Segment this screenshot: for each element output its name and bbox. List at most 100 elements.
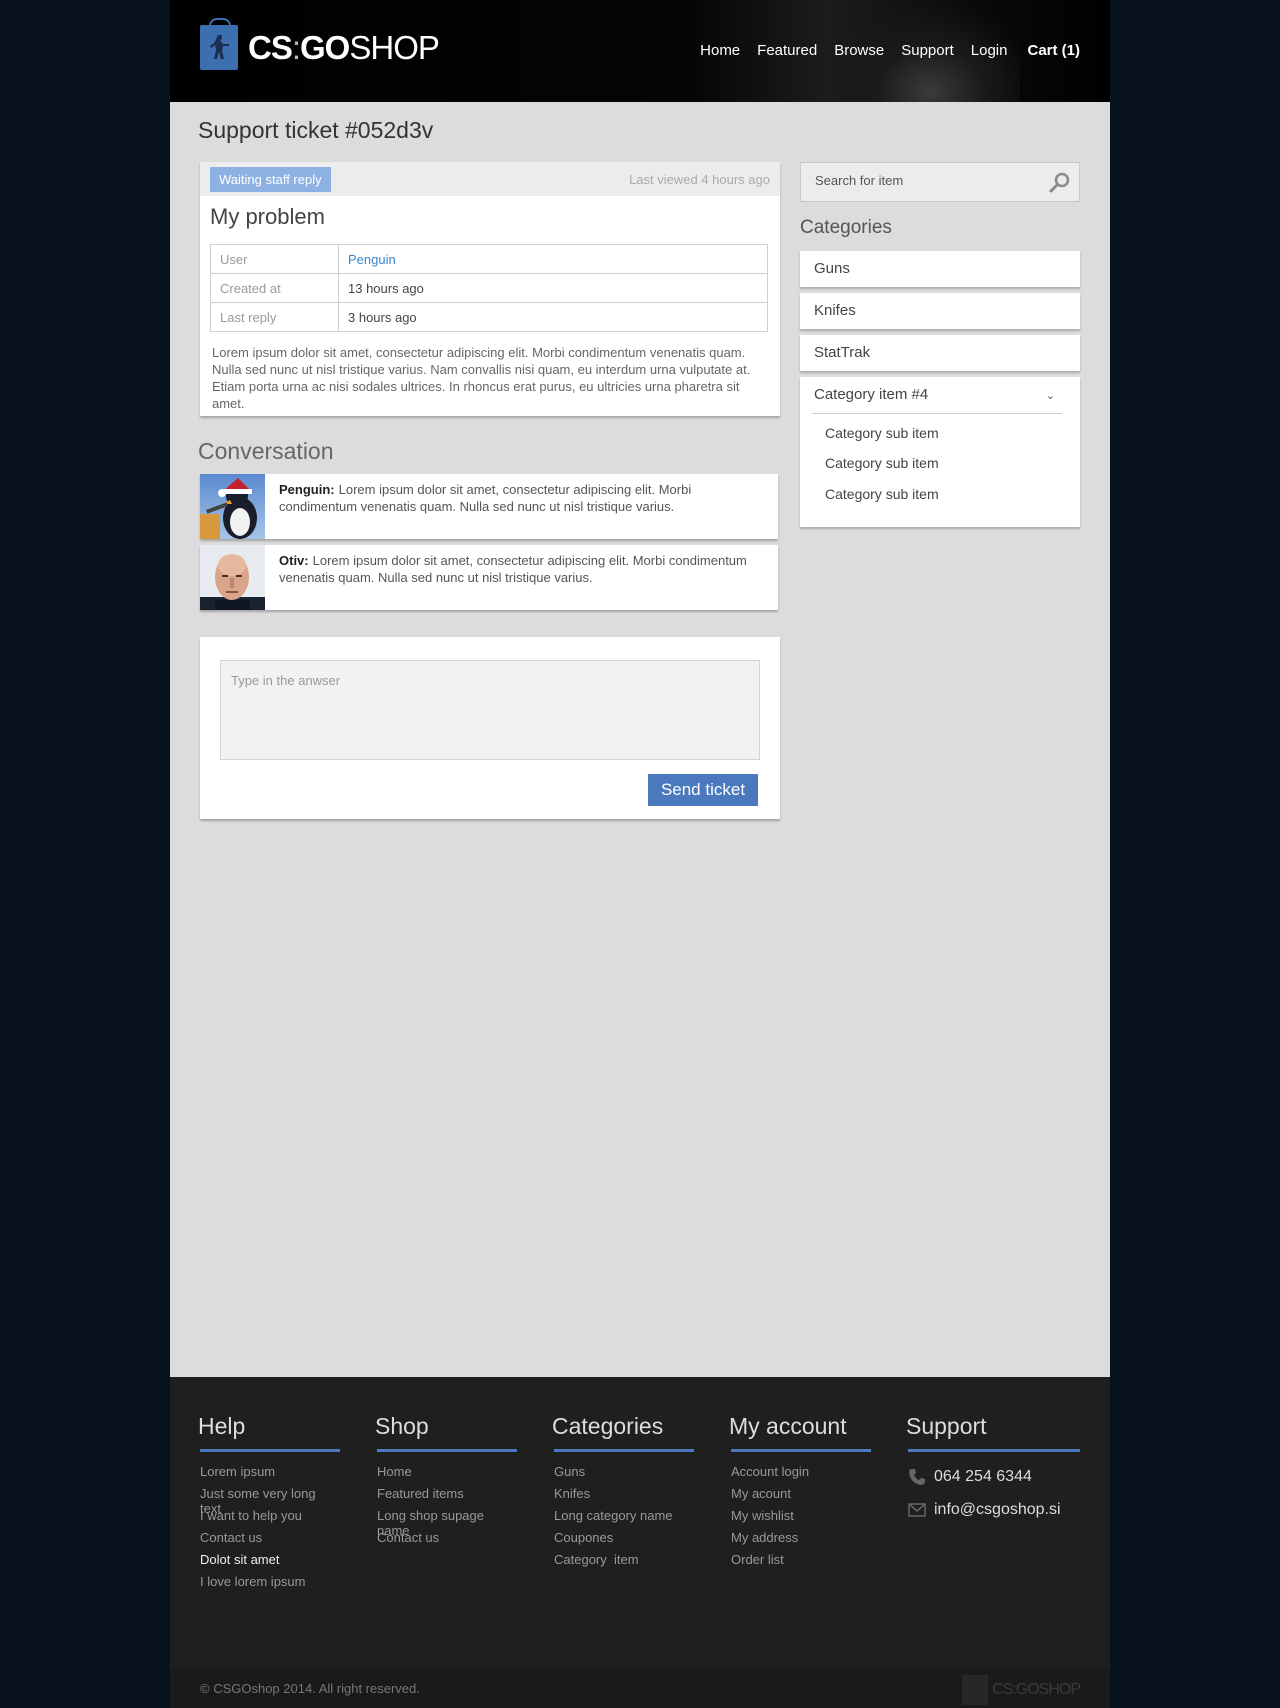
logo-cs: CS <box>248 28 293 66</box>
footer-divider <box>731 1449 871 1452</box>
info-value: Penguin <box>338 244 768 274</box>
categories-title: Categories <box>800 217 892 238</box>
footer-heading: Shop <box>375 1413 429 1439</box>
footer-shop: Shop Home Featured items Long shop supag… <box>375 1413 517 1552</box>
message-text: Penguin: Lorem ipsum dolor sit amet, cons… <box>279 481 769 515</box>
footer-logo-text: CS:GOSHOP <box>992 1681 1081 1698</box>
ticket-topbar: Waiting staff reply Last viewed 4 hours … <box>200 162 780 196</box>
footer-divider <box>200 1449 340 1452</box>
footer-link[interactable]: Category item <box>554 1552 694 1574</box>
footer-account: My account Account login My acount My wi… <box>729 1413 871 1574</box>
message-body: Lorem ipsum dolor sit amet, consectetur … <box>279 553 747 585</box>
info-value: 3 hours ago <box>338 302 768 332</box>
footer-logo[interactable]: CS:GOSHOP <box>962 1675 1081 1705</box>
last-viewed-text: Last viewed 4 hours ago <box>629 172 770 187</box>
table-row: Created at 13 hours ago <box>210 273 768 303</box>
footer-link[interactable]: Contact us <box>200 1530 340 1552</box>
footer-link[interactable]: Dolot sit amet <box>200 1552 340 1574</box>
message-author: Otiv: <box>279 553 309 568</box>
email-address[interactable]: info@csgoshop.si <box>934 1501 1061 1519</box>
logo-go: GO <box>300 28 350 66</box>
page-title: Support ticket #052d3v <box>198 117 434 143</box>
category-item-4[interactable]: Category item #4 <box>814 386 928 403</box>
shopping-bag-logo-icon <box>200 18 238 70</box>
nav-featured[interactable]: Featured <box>757 42 817 59</box>
table-row: User Penguin <box>210 244 768 274</box>
footer-heading: Categories <box>552 1413 664 1439</box>
avatar <box>200 545 265 610</box>
footer-heading: My account <box>729 1413 847 1439</box>
footer-phone: 064 254 6344 <box>908 1460 1080 1493</box>
info-key: User <box>210 244 339 274</box>
ticket-card: Waiting staff reply Last viewed 4 hours … <box>200 162 780 416</box>
category-item-guns[interactable]: Guns <box>800 251 1080 287</box>
footer-heading: Support <box>906 1413 987 1439</box>
phone-number[interactable]: 064 254 6344 <box>934 1468 1032 1486</box>
footer-email: info@csgoshop.si <box>908 1493 1080 1526</box>
footer-link[interactable]: Lorem ipsum <box>200 1464 340 1486</box>
footer: Help Lorem ipsum Just some very long tex… <box>170 1377 1110 1708</box>
table-row: Last reply 3 hours ago <box>210 302 768 332</box>
ticket-info-table: User Penguin Created at 13 hours ago Las… <box>210 244 768 332</box>
footer-divider <box>377 1449 517 1452</box>
footer-link[interactable]: Featured items <box>377 1486 517 1508</box>
category-sub-item[interactable]: Category sub item <box>825 455 939 471</box>
conversation-title: Conversation <box>198 438 334 464</box>
message-text: Otiv: Lorem ipsum dolor sit amet, consect… <box>279 552 769 586</box>
footer-divider <box>554 1449 694 1452</box>
category-sub-item[interactable]: Category sub item <box>825 425 939 441</box>
search-icon[interactable] <box>1049 172 1071 194</box>
avatar <box>200 474 265 539</box>
nav-support[interactable]: Support <box>901 42 954 59</box>
mail-icon <box>908 1502 926 1517</box>
category-sub-item[interactable]: Category sub item <box>825 486 939 502</box>
search-box <box>800 162 1080 202</box>
footer-link[interactable]: Account login <box>731 1464 871 1486</box>
site-logo[interactable]: CS:GOSHOP <box>200 18 440 70</box>
footer-link[interactable]: Guns <box>554 1464 694 1486</box>
main-nav: Home Featured Browse Support Login Cart … <box>700 42 1080 59</box>
footer-link[interactable]: Long category name <box>554 1508 694 1530</box>
nav-home[interactable]: Home <box>700 42 740 59</box>
divider <box>812 413 1062 414</box>
footer-link[interactable]: Coupones <box>554 1530 694 1552</box>
footer-link[interactable]: Knifes <box>554 1486 694 1508</box>
nav-login[interactable]: Login <box>971 42 1008 59</box>
footer-link[interactable]: Contact us <box>377 1530 517 1552</box>
footer-link[interactable]: I want to help you <box>200 1508 340 1530</box>
send-ticket-button[interactable]: Send ticket <box>648 774 758 806</box>
footer-help: Help Lorem ipsum Just some very long tex… <box>198 1413 340 1596</box>
nav-browse[interactable]: Browse <box>834 42 884 59</box>
reply-textarea[interactable] <box>220 660 760 760</box>
message-item: Otiv: Lorem ipsum dolor sit amet, consect… <box>200 545 778 610</box>
message-item: Penguin: Lorem ipsum dolor sit amet, cons… <box>200 474 778 539</box>
chevron-down-icon[interactable]: ⌄ <box>1046 389 1055 402</box>
info-key: Last reply <box>210 302 339 332</box>
message-body: Lorem ipsum dolor sit amet, consectetur … <box>279 482 692 514</box>
info-value: 13 hours ago <box>338 273 768 303</box>
nav-cart[interactable]: Cart (1) <box>1027 42 1080 59</box>
footer-link[interactable]: Just some very long text <box>200 1486 340 1516</box>
footer-categories: Categories Guns Knifes Long category nam… <box>552 1413 694 1574</box>
ticket-title: My problem <box>210 204 325 229</box>
category-item-knifes[interactable]: Knifes <box>800 293 1080 329</box>
logo-colon: : <box>291 28 301 66</box>
footer-link[interactable]: Home <box>377 1464 517 1486</box>
header: CS:GOSHOP Home Featured Browse Support L… <box>170 0 1110 102</box>
info-key: Created at <box>210 273 339 303</box>
footer-link[interactable]: I love lorem ipsum <box>200 1574 340 1596</box>
user-link[interactable]: Penguin <box>348 252 396 267</box>
footer-link[interactable]: My acount <box>731 1486 871 1508</box>
footer-link[interactable]: Long shop supage name <box>377 1508 517 1538</box>
footer-divider <box>908 1449 1080 1452</box>
footer-bottom: © CSGOshop 2014. All right reserved. CS:… <box>170 1667 1110 1708</box>
category-item-stattrak[interactable]: StatTrak <box>800 335 1080 371</box>
footer-link[interactable]: My wishlist <box>731 1508 871 1530</box>
logo-shop: SHOP <box>349 28 440 66</box>
footer-link[interactable]: Order list <box>731 1552 871 1574</box>
copyright: © CSGOshop 2014. All right reserved. <box>200 1681 420 1696</box>
search-input[interactable] <box>815 173 1035 188</box>
footer-link[interactable]: My address <box>731 1530 871 1552</box>
footer-support: Support 064 254 6344 info@csgoshop.si <box>906 1413 1080 1526</box>
page: CS:GOSHOP Home Featured Browse Support L… <box>170 0 1110 1708</box>
